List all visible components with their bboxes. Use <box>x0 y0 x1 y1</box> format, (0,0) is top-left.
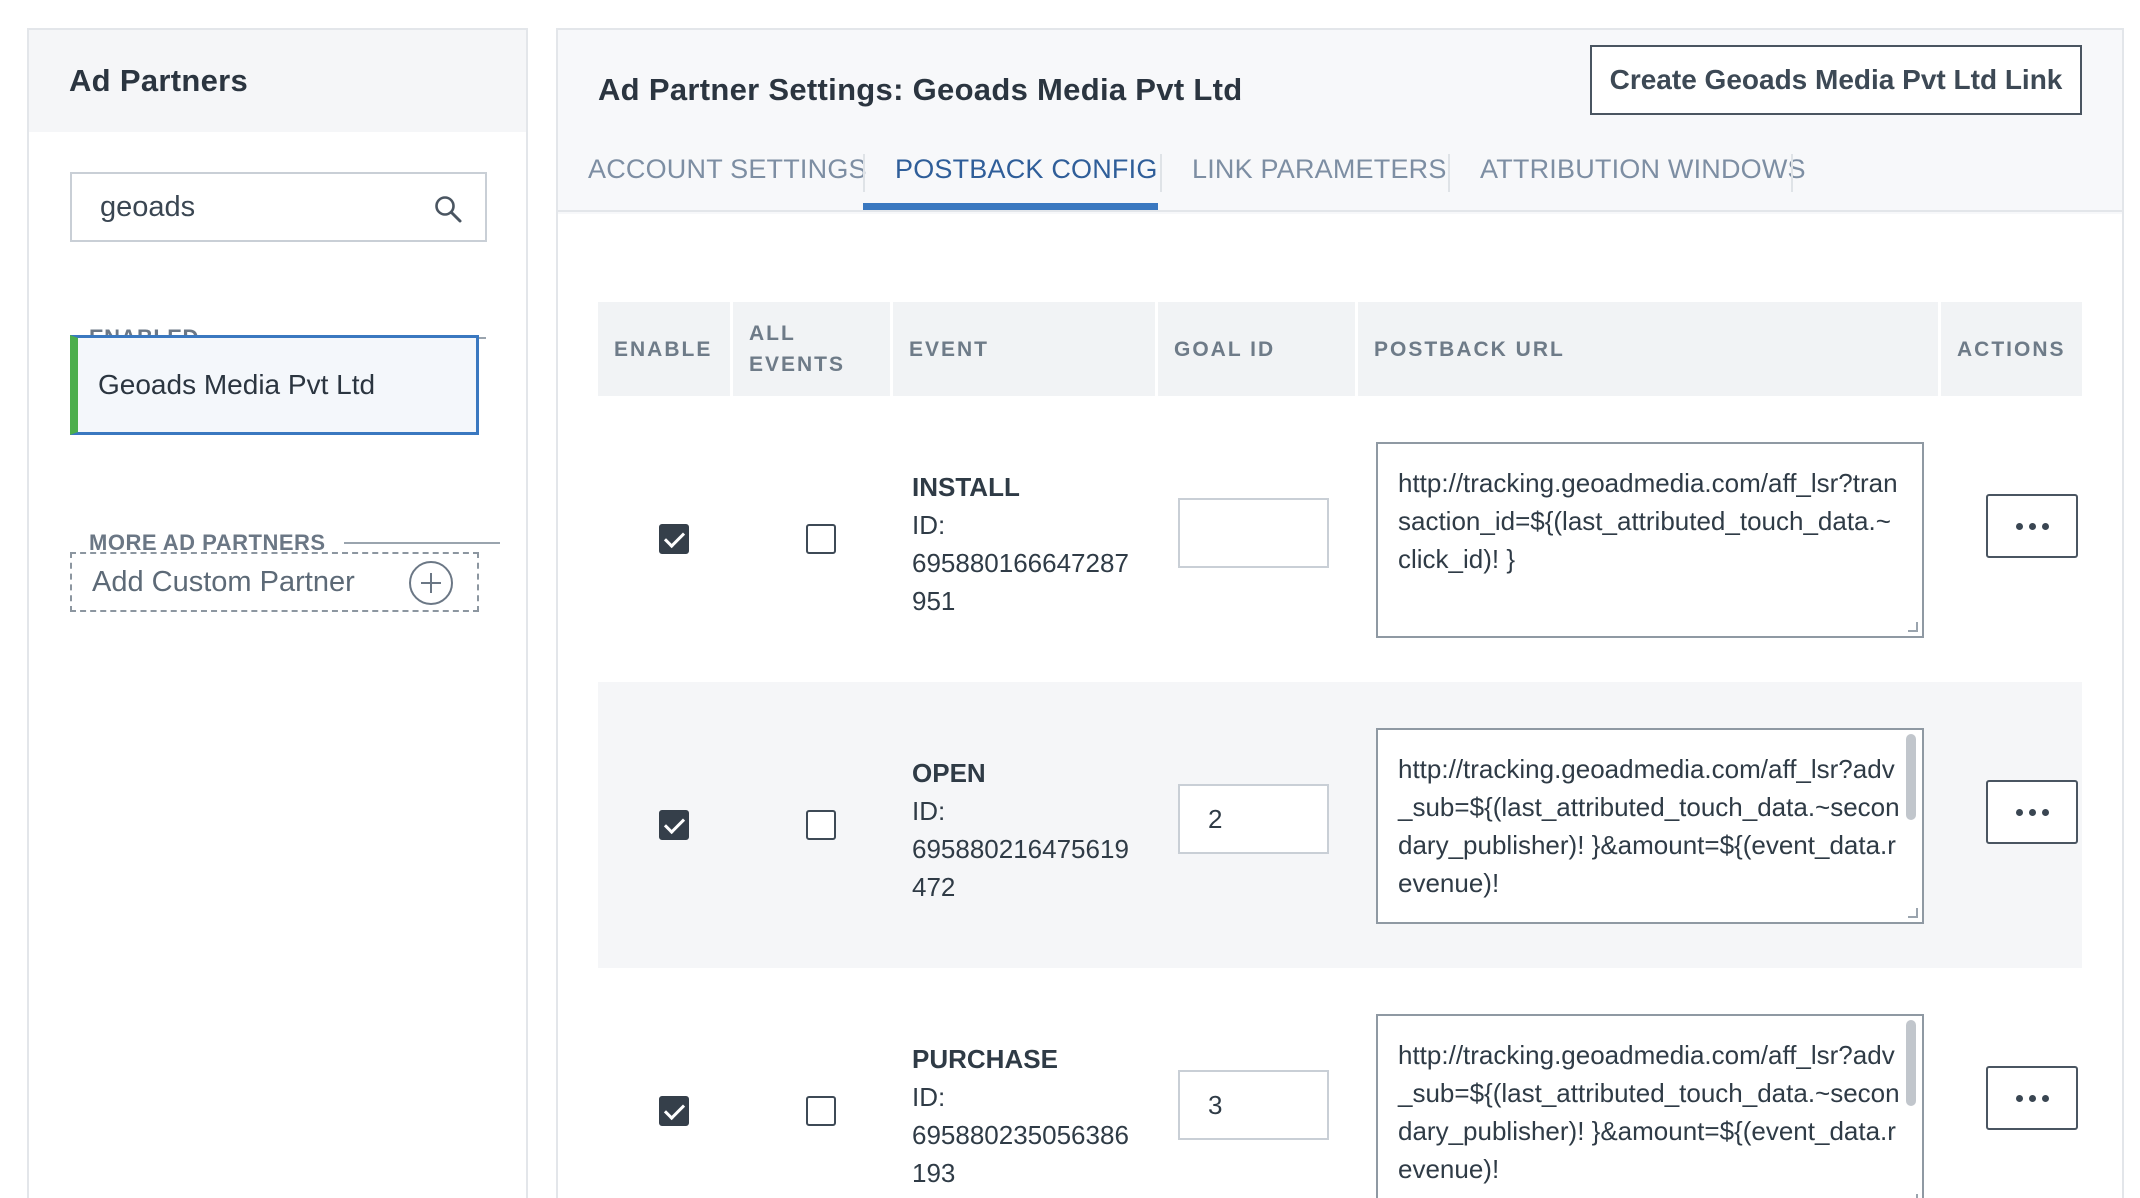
scrollbar[interactable] <box>1906 734 1916 820</box>
tab-account-settings[interactable]: ACCOUNT SETTINGS <box>588 154 867 185</box>
dot-icon <box>2041 522 2049 530</box>
all-events-header-line2: EVENTS <box>749 353 846 376</box>
partner-item-geoads[interactable]: Geoads Media Pvt Ltd <box>70 335 479 435</box>
event-id-line2: 472 <box>912 872 956 902</box>
sidebar-title: Ad Partners <box>69 63 249 98</box>
event-name: OPEN <box>912 758 986 788</box>
active-tab-indicator <box>863 203 1158 210</box>
plus-circle-icon <box>409 561 453 605</box>
partner-search-box[interactable] <box>70 172 487 242</box>
enable-checkbox[interactable] <box>659 524 689 554</box>
page-title: Ad Partner Settings: Geoads Media Pvt Lt… <box>598 72 1243 107</box>
postback-config-content: ENABLE ALL EVENTS EVENT GOAL ID POSTBACK … <box>558 214 2122 1198</box>
settings-tabs: ACCOUNT SETTINGS POSTBACK CONFIG LINK PA… <box>558 132 2122 212</box>
table-row: OPEN ID: 695880216475619 472 2 http://tr… <box>598 682 2082 968</box>
dot-icon <box>2028 522 2036 530</box>
dot-icon <box>2028 808 2036 816</box>
postback-url-text: http://tracking.geoadmedia.com/aff_lsr?t… <box>1398 468 1898 574</box>
tab-divider <box>1160 154 1162 192</box>
event-id-line2: 951 <box>912 586 956 616</box>
column-header-actions: ACTIONS <box>1957 337 2066 361</box>
postback-url-text: http://tracking.geoadmedia.com/aff_lsr?a… <box>1398 1040 1900 1184</box>
add-custom-partner-label: Add Custom Partner <box>92 565 355 598</box>
create-link-button[interactable]: Create Geoads Media Pvt Ltd Link <box>1590 45 2082 115</box>
goal-id-input[interactable] <box>1178 498 1329 568</box>
all-events-checkbox[interactable] <box>806 524 836 554</box>
table-header: ENABLE ALL EVENTS EVENT GOAL ID POSTBACK … <box>598 302 2082 396</box>
tab-divider <box>863 154 865 192</box>
event-id-line2: 193 <box>912 1158 956 1188</box>
scrollbar[interactable] <box>1906 1020 1916 1106</box>
event-id-label: ID: <box>912 510 946 540</box>
all-events-checkbox[interactable] <box>806 810 836 840</box>
goal-id-input[interactable]: 3 <box>1178 1070 1329 1140</box>
row-actions-button[interactable] <box>1986 780 2078 844</box>
partner-settings-panel: Ad Partner Settings: Geoads Media Pvt Lt… <box>556 28 2124 1198</box>
dot-icon <box>2028 1094 2036 1102</box>
add-custom-partner-button[interactable]: Add Custom Partner <box>70 552 479 612</box>
all-events-header-text: ALL EVENTS <box>749 318 845 380</box>
tab-divider <box>1791 154 1793 192</box>
goal-id-input[interactable]: 2 <box>1178 784 1329 854</box>
table-row: PURCHASE ID: 695880235056386 193 3 http:… <box>598 968 2082 1198</box>
postback-url-textarea[interactable]: http://tracking.geoadmedia.com/aff_lsr?t… <box>1376 442 1924 638</box>
resize-handle-icon[interactable] <box>1908 908 1918 918</box>
panel-header: Ad Partner Settings: Geoads Media Pvt Lt… <box>558 30 2122 132</box>
column-header-goal-id: GOAL ID <box>1174 337 1276 361</box>
column-header-enable: ENABLE <box>614 337 713 361</box>
event-id-label: ID: <box>912 796 946 826</box>
search-icon[interactable] <box>433 194 463 224</box>
event-id-line1: 695880216475619 <box>912 834 1129 864</box>
partner-item-label: Geoads Media Pvt Ltd <box>98 369 376 400</box>
dot-icon <box>2041 808 2049 816</box>
page: Ad Partners ENABLED Geoads Media Pvt Ltd… <box>0 0 2140 1198</box>
partner-search-input[interactable] <box>100 190 420 224</box>
table-row: INSTALL ID: 695880166647287 951 http://t… <box>598 396 2082 682</box>
sidebar-header: Ad Partners <box>29 30 526 132</box>
row-actions-button[interactable] <box>1986 1066 2078 1130</box>
column-header-all-events: ALL EVENTS <box>733 302 890 396</box>
tab-link-parameters[interactable]: LINK PARAMETERS <box>1192 154 1447 185</box>
resize-handle-icon[interactable] <box>1908 1194 1918 1198</box>
postback-url-textarea[interactable]: http://tracking.geoadmedia.com/aff_lsr?a… <box>1376 728 1924 924</box>
all-events-header-line1: ALL <box>749 322 796 345</box>
postback-url-text: http://tracking.geoadmedia.com/aff_lsr?a… <box>1398 754 1900 898</box>
postback-url-textarea[interactable]: http://tracking.geoadmedia.com/aff_lsr?a… <box>1376 1014 1924 1198</box>
event-cell: PURCHASE ID: 695880235056386 193 <box>912 1040 1129 1192</box>
column-header-event: EVENT <box>909 337 990 361</box>
event-id-label: ID: <box>912 1082 946 1112</box>
event-name: PURCHASE <box>912 1044 1058 1074</box>
dot-icon <box>2015 808 2023 816</box>
all-events-checkbox[interactable] <box>806 1096 836 1126</box>
event-name: INSTALL <box>912 472 1020 502</box>
event-id-line1: 695880166647287 <box>912 548 1129 578</box>
dot-icon <box>2015 522 2023 530</box>
tab-attribution-windows[interactable]: ATTRIBUTION WINDOWS <box>1480 154 1806 185</box>
event-id-line1: 695880235056386 <box>912 1120 1129 1150</box>
column-header-postback-url: POSTBACK URL <box>1374 337 1565 361</box>
resize-handle-icon[interactable] <box>1908 622 1918 632</box>
ad-partners-sidebar: Ad Partners ENABLED Geoads Media Pvt Ltd… <box>27 28 528 1198</box>
dot-icon <box>2041 1094 2049 1102</box>
event-cell: OPEN ID: 695880216475619 472 <box>912 754 1129 906</box>
event-cell: INSTALL ID: 695880166647287 951 <box>912 468 1129 620</box>
tab-divider <box>1448 154 1450 192</box>
row-actions-button[interactable] <box>1986 494 2078 558</box>
enable-checkbox[interactable] <box>659 810 689 840</box>
tab-postback-config[interactable]: POSTBACK CONFIG <box>895 154 1158 185</box>
dot-icon <box>2015 1094 2023 1102</box>
divider <box>343 542 500 544</box>
enable-checkbox[interactable] <box>659 1096 689 1126</box>
